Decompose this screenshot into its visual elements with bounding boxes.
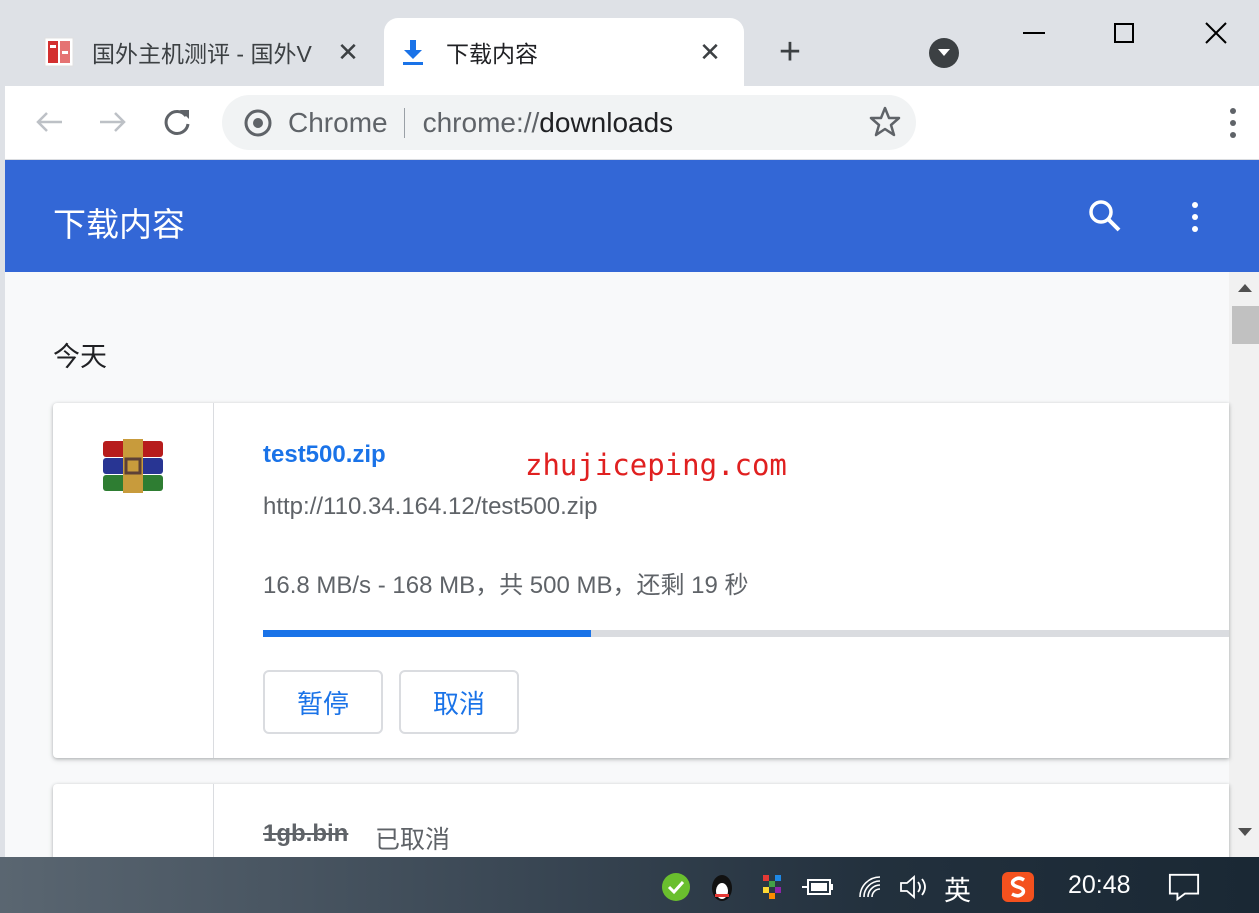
chrome-icon [244,109,272,136]
close-icon [1205,22,1227,44]
arrow-right-icon [100,112,126,132]
scroll-thumb[interactable] [1232,306,1259,344]
close-window-button[interactable] [1186,10,1246,56]
page-title: 下载内容 [53,206,185,243]
arrow-left-icon [36,112,62,132]
reload-icon [164,109,190,135]
file-url[interactable]: http://110.34.164.12/test500.zip [263,493,597,521]
url-path: downloads [539,106,674,138]
progress-fill [263,630,592,637]
card-divider [213,403,214,758]
omnibox-separator [403,107,405,138]
download-progress-bar [263,630,1229,637]
tab-search-button[interactable] [929,38,959,68]
winrar-archive-icon [103,439,163,493]
download-item: 1gb.bin 已取消 [53,784,1229,857]
volume-icon[interactable] [898,871,930,903]
minimize-icon [1023,32,1045,34]
download-state: 已取消 [375,826,451,854]
watermark-text: zhujiceping.com [525,448,787,482]
browser-toolbar: Chrome chrome://downloads [5,86,1259,160]
scroll-up-arrow-icon[interactable] [1238,284,1252,292]
downloads-page: 下载内容 今天 test500.zip zhujiceping.com http… [5,160,1259,857]
more-actions-icon[interactable] [1191,202,1199,232]
ime-indicator[interactable]: 英 [944,869,971,908]
site-favicon-icon [44,37,74,67]
pause-button[interactable]: 暂停 [263,670,383,734]
clock[interactable]: 20:48 [1068,871,1131,900]
color-grid-icon[interactable] [756,871,788,903]
reload-button[interactable] [155,100,199,144]
maximize-button[interactable] [1094,10,1154,56]
section-date: 今天 [53,342,107,372]
new-tab-button[interactable]: + [772,33,808,71]
forward-button[interactable] [91,100,135,144]
tab-title: 下载内容 [446,41,538,67]
tab-downloads[interactable]: 下载内容 ✕ [384,18,744,86]
close-tab-icon[interactable]: ✕ [696,37,724,68]
qq-penguin-icon[interactable] [706,871,738,903]
security-shield-icon[interactable] [660,871,692,903]
scrollbar[interactable] [1229,272,1259,857]
search-icon[interactable] [1087,198,1123,234]
omnibox-chip: Chrome [288,106,388,138]
address-bar[interactable]: Chrome chrome://downloads [222,95,916,150]
wifi-icon[interactable] [856,871,888,903]
omnibox-url: chrome://downloads [423,107,674,139]
page-header: 下载内容 [5,160,1259,272]
minimize-button[interactable] [1004,10,1064,56]
scroll-down-arrow-icon[interactable] [1238,828,1252,836]
tab-site[interactable]: 国外主机测评 - 国外V ✕ [30,18,382,86]
download-status: 16.8 MB/s - 168 MB，共 500 MB，还剩 19 秒 [263,572,749,599]
battery-plug-icon[interactable] [802,871,834,903]
tab-title: 国外主机测评 - 国外V [92,41,312,67]
card-divider [213,784,214,857]
browser-menu-icon[interactable] [1229,108,1237,138]
maximize-icon [1114,23,1134,43]
tab-strip: 国外主机测评 - 国外V ✕ 下载内容 ✕ + [0,0,1259,86]
url-scheme: chrome:// [422,106,540,138]
cancel-button[interactable]: 取消 [399,670,519,734]
file-name-link: 1gb.bin [263,820,349,847]
download-icon [398,37,428,67]
bookmark-star-icon[interactable] [868,105,902,139]
taskbar: 英 20:48 [0,857,1259,913]
close-tab-icon[interactable]: ✕ [334,37,362,68]
sogou-input-icon[interactable] [1002,871,1034,903]
back-button[interactable] [27,100,71,144]
download-item: test500.zip zhujiceping.com http://110.3… [53,403,1229,758]
file-name-link[interactable]: test500.zip [263,441,386,469]
chevron-down-icon [938,49,950,56]
action-center-icon[interactable] [1168,871,1200,903]
